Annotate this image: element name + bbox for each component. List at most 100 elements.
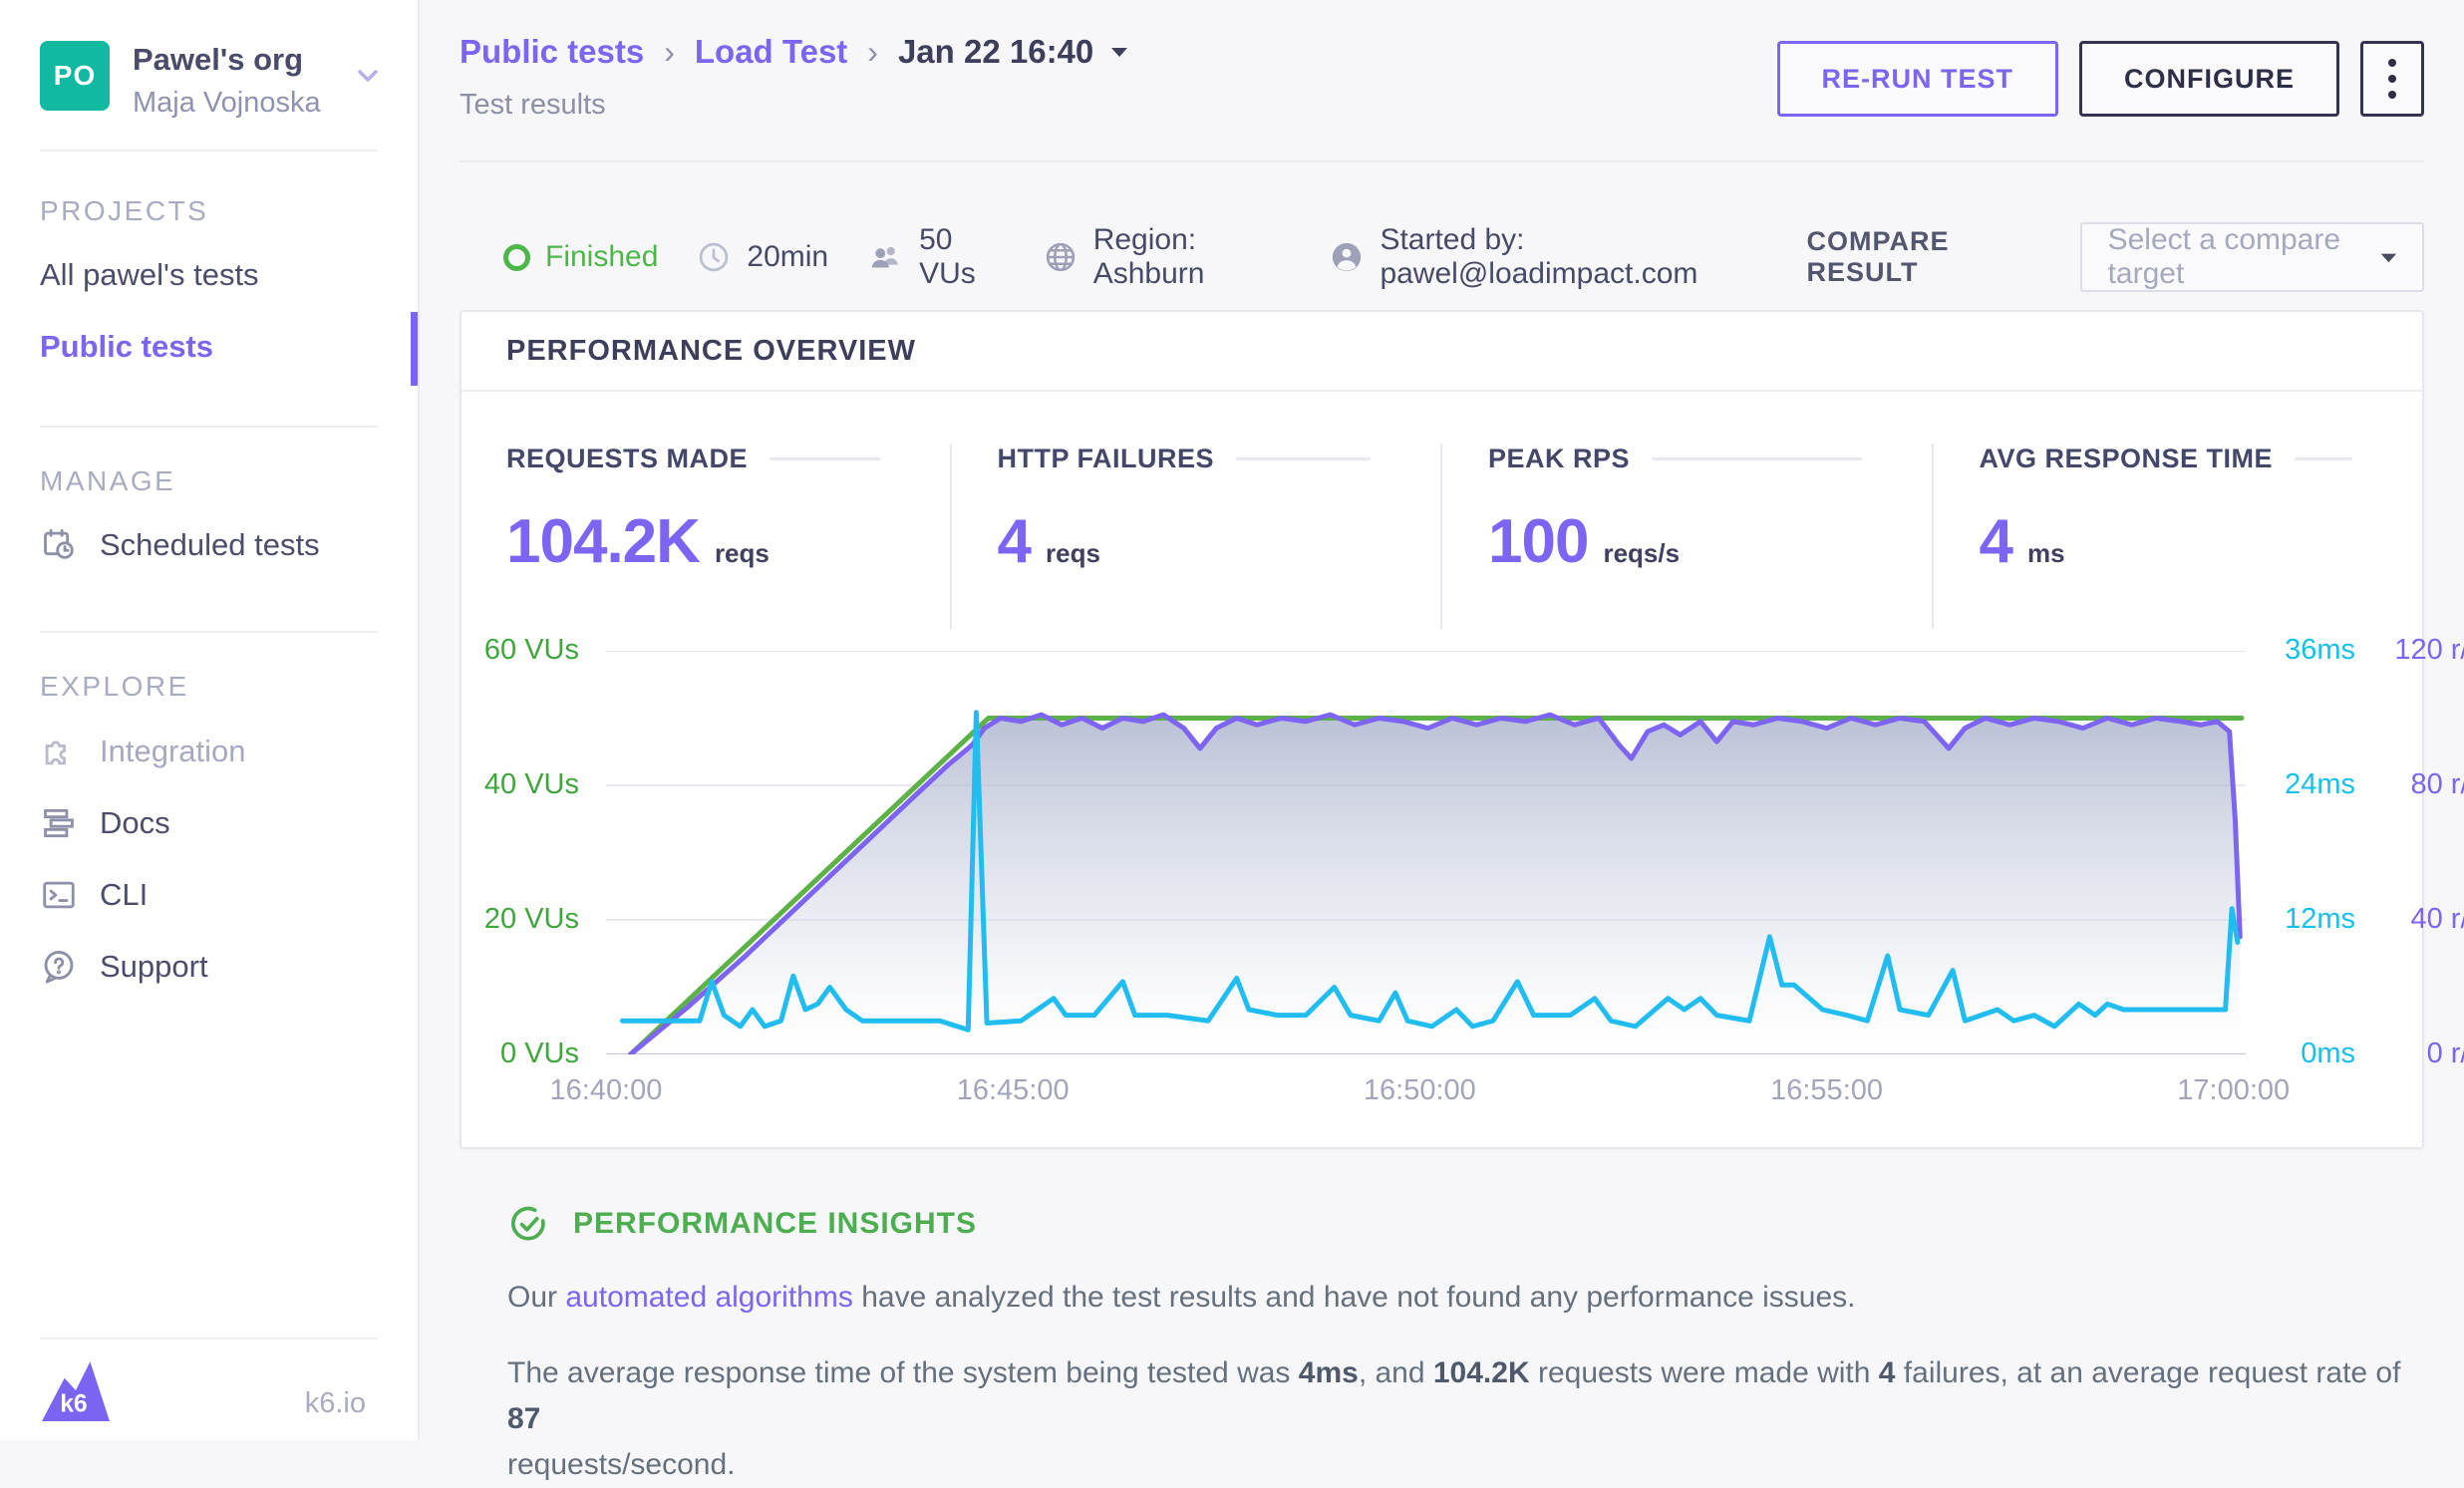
- k6-logo[interactable]: k6: [42, 1355, 110, 1421]
- metric-value: 4: [1980, 506, 2012, 577]
- check-circle-icon: [507, 1203, 549, 1245]
- y-axis-label-ms: 24ms: [2268, 768, 2355, 801]
- k6-logo-text: k6: [60, 1391, 88, 1418]
- metric-unit: reqs: [715, 538, 770, 569]
- sidebar-item-integration[interactable]: Integration: [40, 733, 246, 770]
- caret-down-icon: [2379, 250, 2398, 265]
- org-name: Pawel's org: [133, 42, 321, 78]
- terminal-icon: [40, 876, 78, 914]
- y-axis-label-rps: 80 r/s: [2371, 768, 2464, 801]
- compare-result-label: COMPARE RESULT: [1807, 226, 2052, 288]
- users-icon: [866, 238, 904, 276]
- metric-peak-rps: PEAK RPS 100reqs/s: [1440, 444, 1932, 629]
- sidebar-section-projects: PROJECTS: [40, 195, 208, 227]
- metric-http-failures: HTTP FAILURES 4reqs: [950, 444, 1441, 629]
- performance-insights: PERFORMANCE INSIGHTS Our automated algor…: [460, 1203, 2424, 1488]
- status-finished: Finished: [503, 240, 658, 274]
- status-items: Finished 20min 50 VUs: [503, 223, 1807, 291]
- breadcrumb-public-tests[interactable]: Public tests: [460, 33, 644, 71]
- globe-icon: [1043, 239, 1078, 275]
- x-axis-label: 16:50:00: [1364, 1074, 1476, 1107]
- status-started-by: Started by: pawel@loadimpact.com: [1329, 223, 1806, 291]
- metric-unit: ms: [2027, 538, 2065, 569]
- x-axis-label: 16:45:00: [957, 1074, 1070, 1107]
- compare-controls: COMPARE RESULT Select a compare target: [1807, 222, 2425, 292]
- status-vus: 50 VUs: [866, 223, 1005, 291]
- header-actions: RE-RUN TEST CONFIGURE: [1777, 41, 2425, 117]
- insights-title: PERFORMANCE INSIGHTS: [573, 1207, 977, 1241]
- divider: [40, 149, 378, 151]
- metric-avg-response-time: AVG RESPONSE TIME 4ms: [1932, 444, 2423, 629]
- calendar-clock-icon: [40, 526, 78, 564]
- metric-value: 104.2K: [506, 506, 700, 577]
- x-axis-label: 16:40:00: [550, 1074, 663, 1107]
- insights-paragraph-2: The average response time of the system …: [507, 1350, 2424, 1488]
- y-axis-label-rps: 0 r/s: [2371, 1038, 2464, 1070]
- divider: [40, 631, 378, 633]
- clock-icon: [696, 239, 732, 275]
- help-bubble-icon: [40, 948, 78, 986]
- page-header: Public tests › Load Test › Jan 22 16:40 …: [460, 0, 2424, 162]
- sidebar-item-scheduled-tests[interactable]: Scheduled tests: [40, 526, 320, 564]
- y-axis-label-rps: 120 r/s: [2371, 634, 2464, 667]
- performance-chart: 60 VUs40 VUs20 VUs0 VUs 36ms120 r/s24ms8…: [462, 629, 2422, 1132]
- divider: [40, 1338, 378, 1339]
- chevron-down-icon[interactable]: [352, 60, 384, 92]
- metric-value: 4: [998, 506, 1031, 577]
- metric-unit: reqs: [1046, 538, 1100, 569]
- sidebar-item-all-tests[interactable]: All pawel's tests: [40, 257, 259, 293]
- person-circle-icon: [1329, 239, 1365, 275]
- sidebar-item-cli[interactable]: CLI: [40, 876, 148, 914]
- configure-button[interactable]: CONFIGURE: [2079, 41, 2339, 117]
- y-axis-label-vus: 60 VUs: [462, 634, 579, 667]
- divider: [40, 426, 378, 428]
- test-run-dropdown[interactable]: Jan 22 16:40: [898, 33, 1129, 71]
- stack-icon: [40, 804, 78, 842]
- insights-link[interactable]: automated algorithms: [565, 1281, 853, 1314]
- y-axis-label-rps: 40 r/s: [2371, 903, 2464, 936]
- sidebar: PO Pawel's org Maja Vojnoska PROJECTS Al…: [0, 0, 420, 1440]
- caret-down-icon: [1109, 45, 1129, 59]
- metric-value: 100: [1488, 506, 1588, 577]
- sidebar-item-support[interactable]: Support: [40, 948, 208, 986]
- breadcrumb: Public tests › Load Test › Jan 22 16:40: [460, 33, 1129, 71]
- org-avatar-initials: PO: [54, 60, 96, 92]
- breadcrumb-separator: ›: [664, 34, 675, 71]
- sidebar-item-public-tests[interactable]: Public tests: [40, 329, 213, 365]
- page-subtitle: Test results: [460, 89, 1129, 122]
- metrics-row: REQUESTS MADE 104.2Kreqs HTTP FAILURES 4…: [462, 392, 2422, 629]
- status-bar: Finished 20min 50 VUs: [460, 222, 2424, 292]
- metric-unit: reqs/s: [1603, 538, 1680, 569]
- k6io-link[interactable]: k6.io: [305, 1387, 366, 1420]
- sidebar-section-manage: MANAGE: [40, 465, 175, 497]
- y-axis-label-vus: 40 VUs: [462, 768, 579, 801]
- org-avatar: PO: [40, 41, 110, 111]
- breadcrumb-separator: ›: [867, 34, 878, 71]
- compare-target-select[interactable]: Select a compare target: [2080, 222, 2424, 292]
- x-axis-label: 17:00:00: [2177, 1074, 2290, 1107]
- card-title: PERFORMANCE OVERVIEW: [462, 312, 2422, 392]
- more-options-button[interactable]: [2360, 41, 2424, 117]
- y-axis-label-ms: 36ms: [2268, 634, 2355, 667]
- sidebar-section-explore: EXPLORE: [40, 671, 189, 703]
- x-axis-label: 16:55:00: [1770, 1074, 1883, 1107]
- status-region: Region: Ashburn: [1043, 223, 1292, 291]
- status-duration: 20min: [696, 239, 828, 275]
- breadcrumb-load-test[interactable]: Load Test: [695, 33, 847, 71]
- y-axis-label-ms: 0ms: [2268, 1038, 2355, 1070]
- puzzle-icon: [40, 733, 78, 770]
- sidebar-item-docs[interactable]: Docs: [40, 804, 170, 842]
- status-ring-icon: [503, 244, 530, 271]
- active-item-indicator: [411, 312, 418, 386]
- performance-overview-card: PERFORMANCE OVERVIEW REQUESTS MADE 104.2…: [460, 310, 2424, 1149]
- insights-paragraph-1: Our automated algorithms have analyzed t…: [507, 1275, 2424, 1321]
- org-switcher[interactable]: Pawel's org Maja Vojnoska: [133, 42, 321, 120]
- y-axis-label-ms: 12ms: [2268, 903, 2355, 936]
- y-axis-label-vus: 0 VUs: [462, 1038, 579, 1070]
- rerun-test-button[interactable]: RE-RUN TEST: [1777, 41, 2059, 117]
- chart-plot-area: [606, 651, 2246, 1054]
- metric-requests-made: REQUESTS MADE 104.2Kreqs: [462, 444, 950, 629]
- y-axis-label-vus: 20 VUs: [462, 903, 579, 936]
- main-content: Public tests › Load Test › Jan 22 16:40 …: [420, 0, 2464, 1440]
- org-member-name: Maja Vojnoska: [133, 87, 321, 120]
